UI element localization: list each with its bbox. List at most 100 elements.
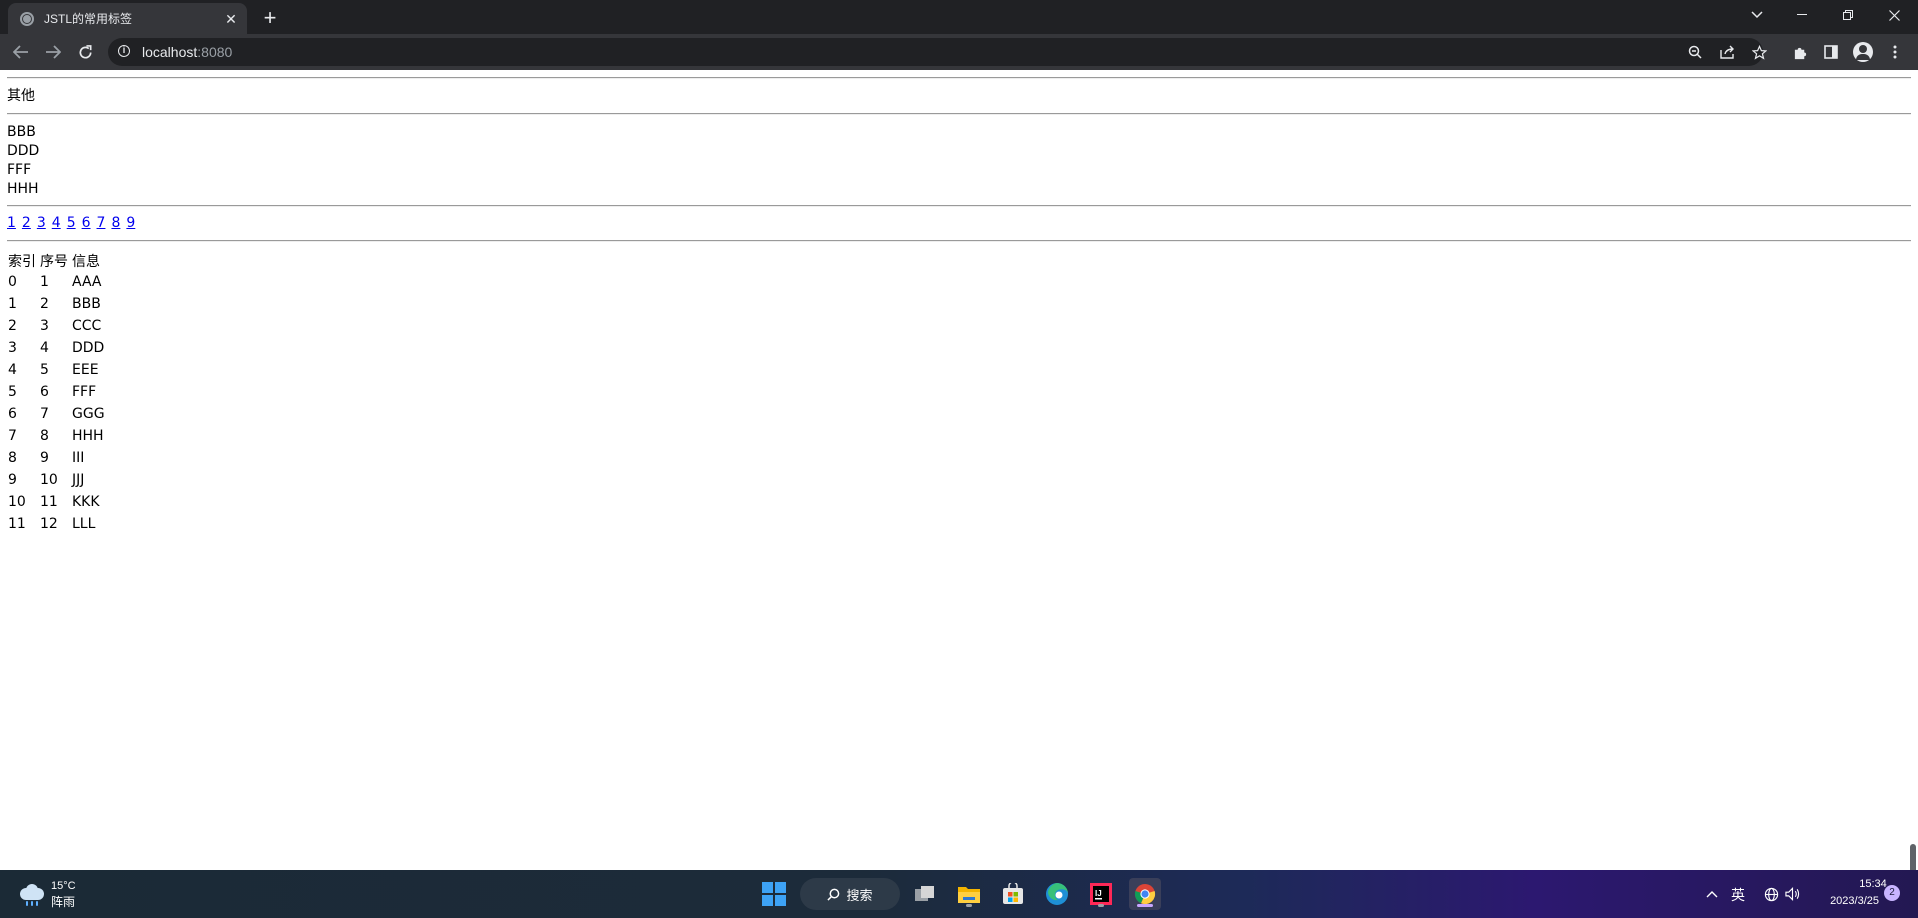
page-link-5[interactable]: 5 <box>67 214 76 233</box>
cell-index: 8 <box>8 450 17 466</box>
intellij-idea-icon[interactable]: IJ <box>1085 878 1117 910</box>
weather-description[interactable]: 阵雨 <box>51 895 75 909</box>
table-row: 0 1 AAA <box>7 271 108 293</box>
microsoft-store-icon[interactable] <box>997 878 1029 910</box>
column-header-count: 序号 <box>40 254 68 270</box>
restore-icon[interactable] <box>1826 0 1870 30</box>
choose-otherwise-text: 其他 <box>7 88 35 104</box>
chevron-up-icon[interactable] <box>1700 878 1724 910</box>
chrome-browser-icon[interactable] <box>1129 878 1161 910</box>
side-panel-icon[interactable] <box>1821 42 1841 62</box>
cell-count: 10 <box>40 472 58 488</box>
table-body: 0 1 AAA 1 2 BBB 2 3 CCC 3 4 DDD 4 5 EEE 5 6 FFF 6 7 GGG 7 8 HHH… <box>7 271 108 535</box>
table-row: 5 6 FFF <box>7 381 108 403</box>
windows-taskbar: 15°C 阵雨 搜索 IJ 英 15:34 2023/3/25 2 <box>0 870 1918 918</box>
table-row: 8 9 III <box>7 447 108 469</box>
page-link-6[interactable]: 6 <box>82 214 91 233</box>
column-header-index: 索引 <box>8 254 36 270</box>
cell-index: 7 <box>8 428 17 444</box>
input-method-indicator[interactable]: 英 <box>1731 885 1745 905</box>
search-icon <box>827 888 840 901</box>
cell-index: 5 <box>8 384 17 400</box>
cell-count: 5 <box>40 362 49 378</box>
cell-index: 4 <box>8 362 17 378</box>
clock-date[interactable]: 2023/3/25 <box>1809 894 1879 908</box>
divider <box>7 240 1911 242</box>
weather-temperature[interactable]: 15°C <box>51 880 76 893</box>
table-header-row: 索引 序号 信息 <box>7 251 108 271</box>
url-text: localhost:8080 <box>142 44 233 60</box>
profile-icon[interactable] <box>1853 42 1873 62</box>
tab-title: JSTL的常用标签 <box>44 12 133 26</box>
table-row: 10 11 KKK <box>7 491 108 513</box>
cell-index: 3 <box>8 340 17 356</box>
page-link-8[interactable]: 8 <box>111 214 120 233</box>
table-row: 4 5 EEE <box>7 359 108 381</box>
svg-text:IJ: IJ <box>1095 889 1102 898</box>
browser-toolbar: i localhost:8080 <box>0 34 1918 70</box>
cell-count: 11 <box>40 494 58 510</box>
table-row: 2 3 CCC <box>7 315 108 337</box>
back-arrow-icon[interactable] <box>9 40 33 64</box>
share-icon[interactable] <box>1717 42 1737 62</box>
page-link-4[interactable]: 4 <box>52 214 61 233</box>
globe-icon <box>20 11 34 26</box>
notification-badge[interactable]: 2 <box>1884 885 1900 901</box>
pagination: 1 2 3 4 5 6 7 8 9 <box>7 214 135 233</box>
minimize-icon[interactable] <box>1780 0 1824 30</box>
page-link-9[interactable]: 9 <box>126 214 135 233</box>
window-close-icon[interactable] <box>1872 0 1916 30</box>
cell-info: AAA <box>72 274 102 290</box>
cell-info: DDD <box>72 340 105 356</box>
search-label: 搜索 <box>846 887 873 903</box>
network-globe-icon[interactable] <box>1761 878 1781 910</box>
cell-count: 1 <box>40 274 49 290</box>
cell-info: EEE <box>72 362 99 378</box>
taskbar-search-button[interactable]: 搜索 <box>800 878 900 910</box>
page-link-7[interactable]: 7 <box>97 214 106 233</box>
browser-tab[interactable]: JSTL的常用标签 ✕ <box>8 3 247 34</box>
file-explorer-icon[interactable] <box>953 878 985 910</box>
column-header-info: 信息 <box>72 254 100 270</box>
zoom-icon[interactable] <box>1685 42 1705 62</box>
task-view-icon[interactable] <box>909 878 941 910</box>
cell-count: 3 <box>40 318 49 334</box>
divider <box>7 77 1911 79</box>
reload-icon[interactable] <box>73 40 97 64</box>
divider <box>7 113 1911 115</box>
tab-search-icon[interactable] <box>1735 0 1779 30</box>
browser-tab-strip: JSTL的常用标签 ✕ + <box>0 0 1918 34</box>
table-row: 9 10 JJJ <box>7 469 108 491</box>
star-icon[interactable] <box>1749 42 1769 62</box>
page-link-2[interactable]: 2 <box>22 214 31 233</box>
weather-rain-icon[interactable] <box>20 884 44 906</box>
items-table: 索引 序号 信息 0 1 AAA 1 2 BBB 2 3 CCC 3 4 DDD 4 5 EEE 5 6 FFF 6… <box>7 251 108 535</box>
site-info-icon[interactable]: i <box>118 45 130 57</box>
cell-index: 1 <box>8 296 17 312</box>
cell-count: 8 <box>40 428 49 444</box>
cell-info: BBB <box>72 296 101 312</box>
cell-info: FFF <box>72 384 97 400</box>
edge-browser-icon[interactable] <box>1041 878 1073 910</box>
puzzle-icon[interactable] <box>1790 42 1810 62</box>
cell-info: LLL <box>72 516 96 532</box>
start-icon[interactable] <box>758 878 790 910</box>
list-item: HHH <box>7 181 39 197</box>
cell-count: 2 <box>40 296 49 312</box>
address-bar[interactable]: i localhost:8080 <box>108 38 1767 66</box>
forward-arrow-icon[interactable] <box>41 40 65 64</box>
volume-icon[interactable] <box>1782 878 1802 910</box>
cell-count: 4 <box>40 340 49 356</box>
page-link-1[interactable]: 1 <box>7 214 16 233</box>
cell-info: HHH <box>72 428 104 444</box>
cell-count: 12 <box>40 516 58 532</box>
divider <box>7 205 1911 207</box>
page-link-3[interactable]: 3 <box>37 214 46 233</box>
list-item: BBB <box>7 124 36 140</box>
new-tab-button[interactable]: + <box>258 6 282 30</box>
kebab-menu-icon[interactable] <box>1885 42 1905 62</box>
tab-close-icon[interactable]: ✕ <box>223 11 239 27</box>
cell-info: KKK <box>72 494 100 510</box>
cell-index: 10 <box>8 494 26 510</box>
table-row: 6 7 GGG <box>7 403 108 425</box>
